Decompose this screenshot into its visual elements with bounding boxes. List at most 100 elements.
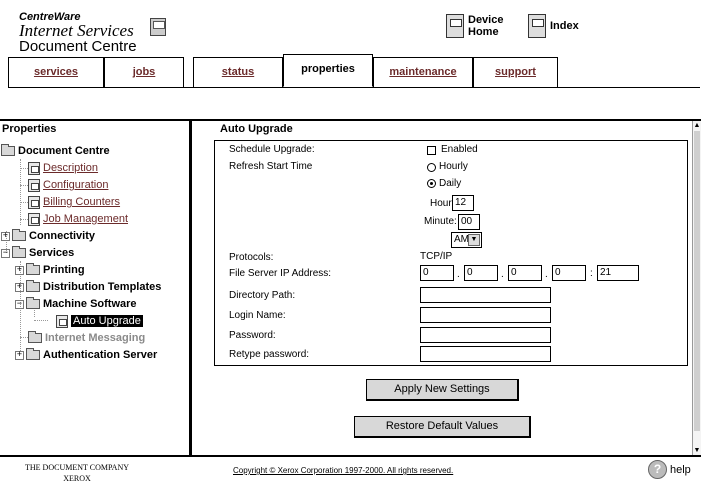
scroll-up-icon[interactable]: ▲	[693, 121, 701, 130]
expand-icon[interactable]: +	[1, 231, 10, 241]
copyright-link[interactable]: Copyright © Xerox Corporation 1997-2000.…	[233, 466, 453, 475]
restore-default-values-button[interactable]: Restore Default Values	[354, 416, 531, 438]
document-centre-icon	[1, 144, 15, 156]
tree-item-printing[interactable]: + Printing	[15, 263, 85, 277]
printer-icon	[150, 18, 166, 36]
ip-octet-2[interactable]: 0	[464, 265, 498, 281]
help-button[interactable]: ? help	[648, 460, 691, 479]
password-input[interactable]	[420, 327, 551, 343]
hourly-radio[interactable]	[427, 163, 436, 172]
auto-upgrade-pane: Auto Upgrade Schedule Upgrade: Enabled R…	[192, 121, 692, 455]
port-input[interactable]: 21	[597, 265, 639, 281]
tab-properties[interactable]: properties	[283, 54, 373, 87]
ampm-value: AM	[454, 234, 469, 245]
tree-item-label: Auto Upgrade	[71, 315, 143, 327]
retype-password-input[interactable]	[420, 346, 551, 362]
properties-tree-pane: Properties Document Centre Description C…	[0, 121, 189, 455]
ampm-select[interactable]: AM ▼	[451, 232, 482, 248]
tree-item-services[interactable]: − Services	[1, 246, 74, 260]
page-title: Auto Upgrade	[220, 123, 293, 135]
tree-item-label: Description	[43, 162, 99, 174]
tree-line	[20, 185, 28, 186]
expand-icon[interactable]: +	[15, 282, 24, 292]
protocol-value: TCP/IP	[420, 251, 453, 262]
tree-item-label: Printing	[43, 264, 85, 276]
tree-item-label: Services	[29, 247, 75, 259]
file-server-ip-label: File Server IP Address:	[229, 268, 332, 279]
tree-item-label: Internet Messaging	[45, 332, 146, 344]
tree-item-label: Machine Software	[43, 298, 137, 310]
expand-icon[interactable]: +	[15, 350, 24, 360]
tab-status-link[interactable]: status	[222, 66, 254, 78]
tree-root-label: Document Centre	[18, 145, 110, 157]
tree-item-distribution-templates[interactable]: + Distribution Templates	[15, 280, 161, 294]
tab-jobs[interactable]: jobs	[104, 57, 184, 87]
tree-item-label: Authentication Server	[43, 349, 158, 361]
company-line2: XEROX	[63, 474, 91, 483]
ip-octet-3[interactable]: 0	[508, 265, 542, 281]
protocols-label: Protocols:	[229, 252, 274, 263]
scroll-down-icon[interactable]: ▼	[693, 446, 701, 455]
device-home-button[interactable]: Device Home	[446, 14, 503, 38]
ip-octet-4[interactable]: 0	[552, 265, 586, 281]
apply-new-settings-button[interactable]: Apply New Settings	[366, 379, 519, 401]
settings-form: Schedule Upgrade: Enabled Refresh Start …	[214, 140, 688, 366]
folder-icon	[12, 229, 26, 241]
index-button[interactable]: Index	[528, 14, 579, 38]
page-icon	[28, 195, 40, 209]
tree-item-machine-software[interactable]: − Machine Software	[15, 297, 137, 311]
folder-icon	[28, 331, 42, 343]
tab-maintenance-link[interactable]: maintenance	[389, 66, 456, 78]
tab-services-link[interactable]: services	[34, 66, 78, 78]
chevron-down-icon[interactable]: ▼	[468, 234, 480, 246]
daily-radio[interactable]	[427, 179, 436, 188]
main-scrollbar[interactable]: ▲ ▼	[692, 121, 701, 455]
tree-item-job-management[interactable]: Job Management	[28, 212, 128, 226]
directory-path-input[interactable]	[420, 287, 551, 303]
login-name-input[interactable]	[420, 307, 551, 323]
tree-line	[34, 320, 48, 321]
schedule-upgrade-label: Schedule Upgrade:	[229, 144, 315, 155]
daily-label: Daily	[439, 178, 462, 189]
scrollbar-thumb[interactable]	[694, 131, 700, 431]
tree-root-document-centre[interactable]: Document Centre	[1, 144, 110, 158]
folder-icon	[26, 263, 40, 275]
minute-input[interactable]: 00	[458, 214, 480, 230]
collapse-icon[interactable]: −	[1, 248, 10, 258]
tab-jobs-link[interactable]: jobs	[133, 66, 156, 78]
enabled-checkbox[interactable]	[427, 146, 436, 155]
ip-octet-1[interactable]: 0	[420, 265, 454, 281]
tab-properties-label: properties	[301, 63, 355, 75]
tree-item-connectivity[interactable]: + Connectivity	[1, 229, 95, 243]
tab-maintenance[interactable]: maintenance	[373, 57, 473, 87]
tab-support[interactable]: support	[473, 57, 558, 87]
port-separator: :	[590, 268, 593, 279]
ip-dot: .	[457, 269, 460, 280]
login-name-label: Login Name:	[229, 310, 286, 321]
folder-icon	[26, 348, 40, 360]
hour-input[interactable]: 12	[452, 195, 474, 211]
tree-item-configuration[interactable]: Configuration	[28, 178, 108, 192]
tab-bar-line	[8, 87, 700, 88]
folder-icon	[26, 280, 40, 292]
tree-item-description[interactable]: Description	[28, 161, 98, 175]
page-icon	[28, 178, 40, 192]
tree-line	[20, 168, 28, 169]
tab-services[interactable]: services	[8, 57, 104, 87]
directory-path-label: Directory Path:	[229, 290, 296, 301]
tree-line	[20, 202, 28, 203]
tree-item-auto-upgrade[interactable]: Auto Upgrade	[56, 314, 143, 328]
expand-icon[interactable]: +	[15, 265, 24, 275]
page-icon	[28, 212, 40, 226]
tree-item-label: Billing Counters	[43, 196, 121, 208]
device-home-label: Device Home	[468, 14, 503, 38]
tree-item-internet-messaging[interactable]: Internet Messaging	[28, 331, 145, 345]
tree-item-label: Distribution Templates	[43, 281, 162, 293]
tree-item-billing-counters[interactable]: Billing Counters	[28, 195, 120, 209]
tab-support-link[interactable]: support	[495, 66, 536, 78]
tab-bar: services jobs status properties maintena…	[8, 54, 700, 91]
retype-password-label: Retype password:	[229, 349, 310, 360]
tree-item-authentication-server[interactable]: + Authentication Server	[15, 348, 157, 362]
tab-status[interactable]: status	[193, 57, 283, 87]
collapse-icon[interactable]: −	[15, 299, 24, 309]
